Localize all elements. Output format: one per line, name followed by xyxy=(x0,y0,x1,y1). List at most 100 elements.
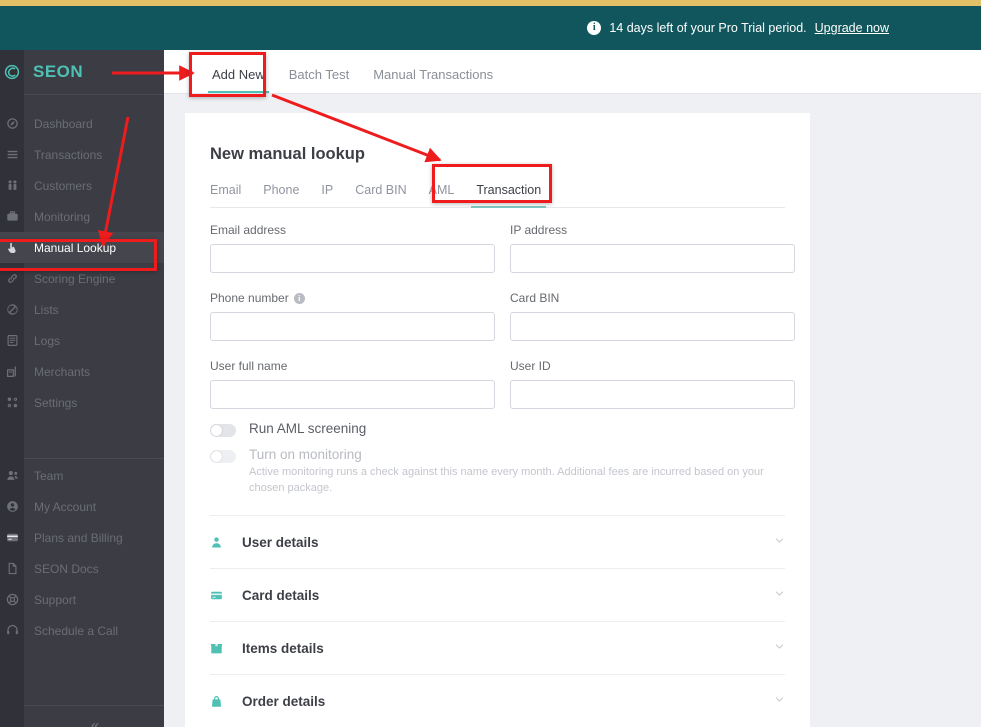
chevron-down-icon[interactable] xyxy=(774,641,785,655)
toggle-group: Run AML screening Turn on monitoring Activ… xyxy=(210,421,785,507)
sidebar-item-dashboard[interactable]: Dashboard xyxy=(0,108,164,139)
field-label: Phone number i xyxy=(210,291,495,305)
sidebar-item-label: SEON Docs xyxy=(34,561,99,576)
field-label-text: Card BIN xyxy=(510,291,560,305)
user-circle-icon xyxy=(0,500,24,513)
person-icon xyxy=(210,536,234,549)
field-card-bin: Card BIN xyxy=(510,291,795,341)
accordion-items-details[interactable]: Items details xyxy=(210,621,785,674)
lookup-tab-card-bin[interactable]: Card BIN xyxy=(344,183,417,207)
file-icon xyxy=(0,562,24,575)
chevron-down-icon[interactable] xyxy=(774,694,785,708)
accordion-label: User details xyxy=(242,534,319,550)
shopping-bag-icon xyxy=(210,695,234,708)
chevron-down-icon[interactable] xyxy=(774,588,785,602)
sidebar-divider-mid xyxy=(24,458,164,459)
accordion-label: Order details xyxy=(242,693,326,709)
sidebar-item-my-account[interactable]: My Account xyxy=(0,491,164,522)
sidebar-item-schedule-a-call[interactable]: Schedule a Call xyxy=(0,615,164,646)
accordion-user-details[interactable]: User details xyxy=(210,515,785,568)
sidebar-item-label: My Account xyxy=(34,499,97,514)
tab-batch-test[interactable]: Batch Test xyxy=(277,67,361,93)
people-icon xyxy=(0,469,24,482)
sidebar-item-label: Settings xyxy=(34,395,78,410)
trial-banner-text: 14 days left of your Pro Trial period. xyxy=(609,21,807,35)
lookup-tab-email[interactable]: Email xyxy=(210,183,252,207)
sidebar-item-transactions[interactable]: Transactions xyxy=(0,139,164,170)
headset-icon xyxy=(0,624,24,637)
field-phone-number: Phone number i xyxy=(210,291,495,341)
tab-manual-transactions[interactable]: Manual Transactions xyxy=(361,67,505,93)
sidebar-item-label: Schedule a Call xyxy=(34,623,119,638)
toggle-run-aml-screening[interactable] xyxy=(210,424,236,437)
accordion-order-details[interactable]: Order details xyxy=(210,674,785,727)
field-label: IP address xyxy=(510,223,795,237)
sidebar-item-label: Transactions xyxy=(34,147,103,162)
lookup-tab-aml[interactable]: AML xyxy=(418,183,466,207)
accordion-card-details[interactable]: Card details xyxy=(210,568,785,621)
lookup-tab-ip[interactable]: IP xyxy=(310,183,344,207)
upgrade-now-link[interactable]: Upgrade now xyxy=(815,21,889,35)
sidebar-secondary-nav: Team My Account Plans and Billing SEON Docs… xyxy=(0,460,164,646)
lookup-tab-phone[interactable]: Phone xyxy=(252,183,310,207)
lookup-tab-transaction[interactable]: Transaction xyxy=(465,183,552,208)
sidebar-item-seon-docs[interactable]: SEON Docs xyxy=(0,553,164,584)
sidebar-collapse-button[interactable]: « xyxy=(24,705,164,727)
block-icon xyxy=(0,303,24,316)
sidebar-item-scoring-engine[interactable]: Scoring Engine xyxy=(0,263,164,294)
sliders-icon xyxy=(0,396,24,409)
toggle-turn-on-monitoring[interactable] xyxy=(210,450,236,463)
card-bin-input[interactable] xyxy=(510,312,795,341)
field-user-id: User ID xyxy=(510,359,795,409)
brand[interactable]: SEON xyxy=(0,50,164,94)
sidebar-item-manual-lookup[interactable]: Manual Lookup xyxy=(0,232,164,263)
accordion-label: Card details xyxy=(242,587,320,603)
field-ip-address: IP address xyxy=(510,223,795,273)
ip-address-input[interactable] xyxy=(510,244,795,273)
user-id-input[interactable] xyxy=(510,380,795,409)
toggle-label: Run AML screening xyxy=(249,421,367,436)
briefcase-icon xyxy=(0,210,24,223)
sidebar-item-settings[interactable]: Settings xyxy=(0,387,164,418)
gauge-icon xyxy=(0,117,24,130)
sidebar-item-label: Manual Lookup xyxy=(34,240,117,255)
sidebar-item-logs[interactable]: Logs xyxy=(0,325,164,356)
document-lines-icon xyxy=(0,334,24,347)
page-title: New manual lookup xyxy=(210,145,365,163)
sidebar-divider-top xyxy=(24,94,164,95)
field-label: User full name xyxy=(210,359,495,373)
field-label-text: Email address xyxy=(210,223,287,237)
sidebar-item-team[interactable]: Team xyxy=(0,460,164,491)
lookup-type-tabs: Email Phone IP Card BIN AML Transaction xyxy=(210,183,785,208)
customers-icon xyxy=(0,179,24,192)
phone-number-input[interactable] xyxy=(210,312,495,341)
field-label: User ID xyxy=(510,359,795,373)
sidebar-item-monitoring[interactable]: Monitoring xyxy=(0,201,164,232)
sidebar-item-label: Customers xyxy=(34,178,93,193)
info-icon: i xyxy=(587,21,602,35)
toggle-row: Run AML screening xyxy=(210,421,785,437)
tab-add-new[interactable]: Add New xyxy=(200,67,277,93)
field-label-text: IP address xyxy=(510,223,568,237)
sidebar-item-support[interactable]: Support xyxy=(0,584,164,615)
sidebar-item-merchants[interactable]: Merchants xyxy=(0,356,164,387)
sidebar-item-plans-and-billing[interactable]: Plans and Billing xyxy=(0,522,164,553)
toggle-description: Active monitoring runs a check against t… xyxy=(249,466,764,494)
accordion-group: User details Card details Items details Ord… xyxy=(210,515,785,727)
sidebar-item-lists[interactable]: Lists xyxy=(0,294,164,325)
email-address-input[interactable] xyxy=(210,244,495,273)
sidebar: SEON Dashboard Transactions Customers Monit… xyxy=(0,50,164,727)
chevron-down-icon[interactable] xyxy=(774,535,785,549)
user-full-name-input[interactable] xyxy=(210,380,495,409)
lookup-form: Email address IP address Phone number i Card… xyxy=(210,223,795,427)
sidebar-item-customers[interactable]: Customers xyxy=(0,170,164,201)
hand-pointer-icon xyxy=(0,241,24,254)
seon-logo-icon xyxy=(0,64,24,80)
field-label-text: User full name xyxy=(210,359,288,373)
sidebar-item-label: Merchants xyxy=(34,364,91,379)
info-icon[interactable]: i xyxy=(293,292,305,304)
toggle-body: Run AML screening xyxy=(249,421,366,436)
sidebar-item-label: Team xyxy=(34,468,64,483)
field-email-address: Email address xyxy=(210,223,495,273)
link-icon xyxy=(0,272,24,285)
